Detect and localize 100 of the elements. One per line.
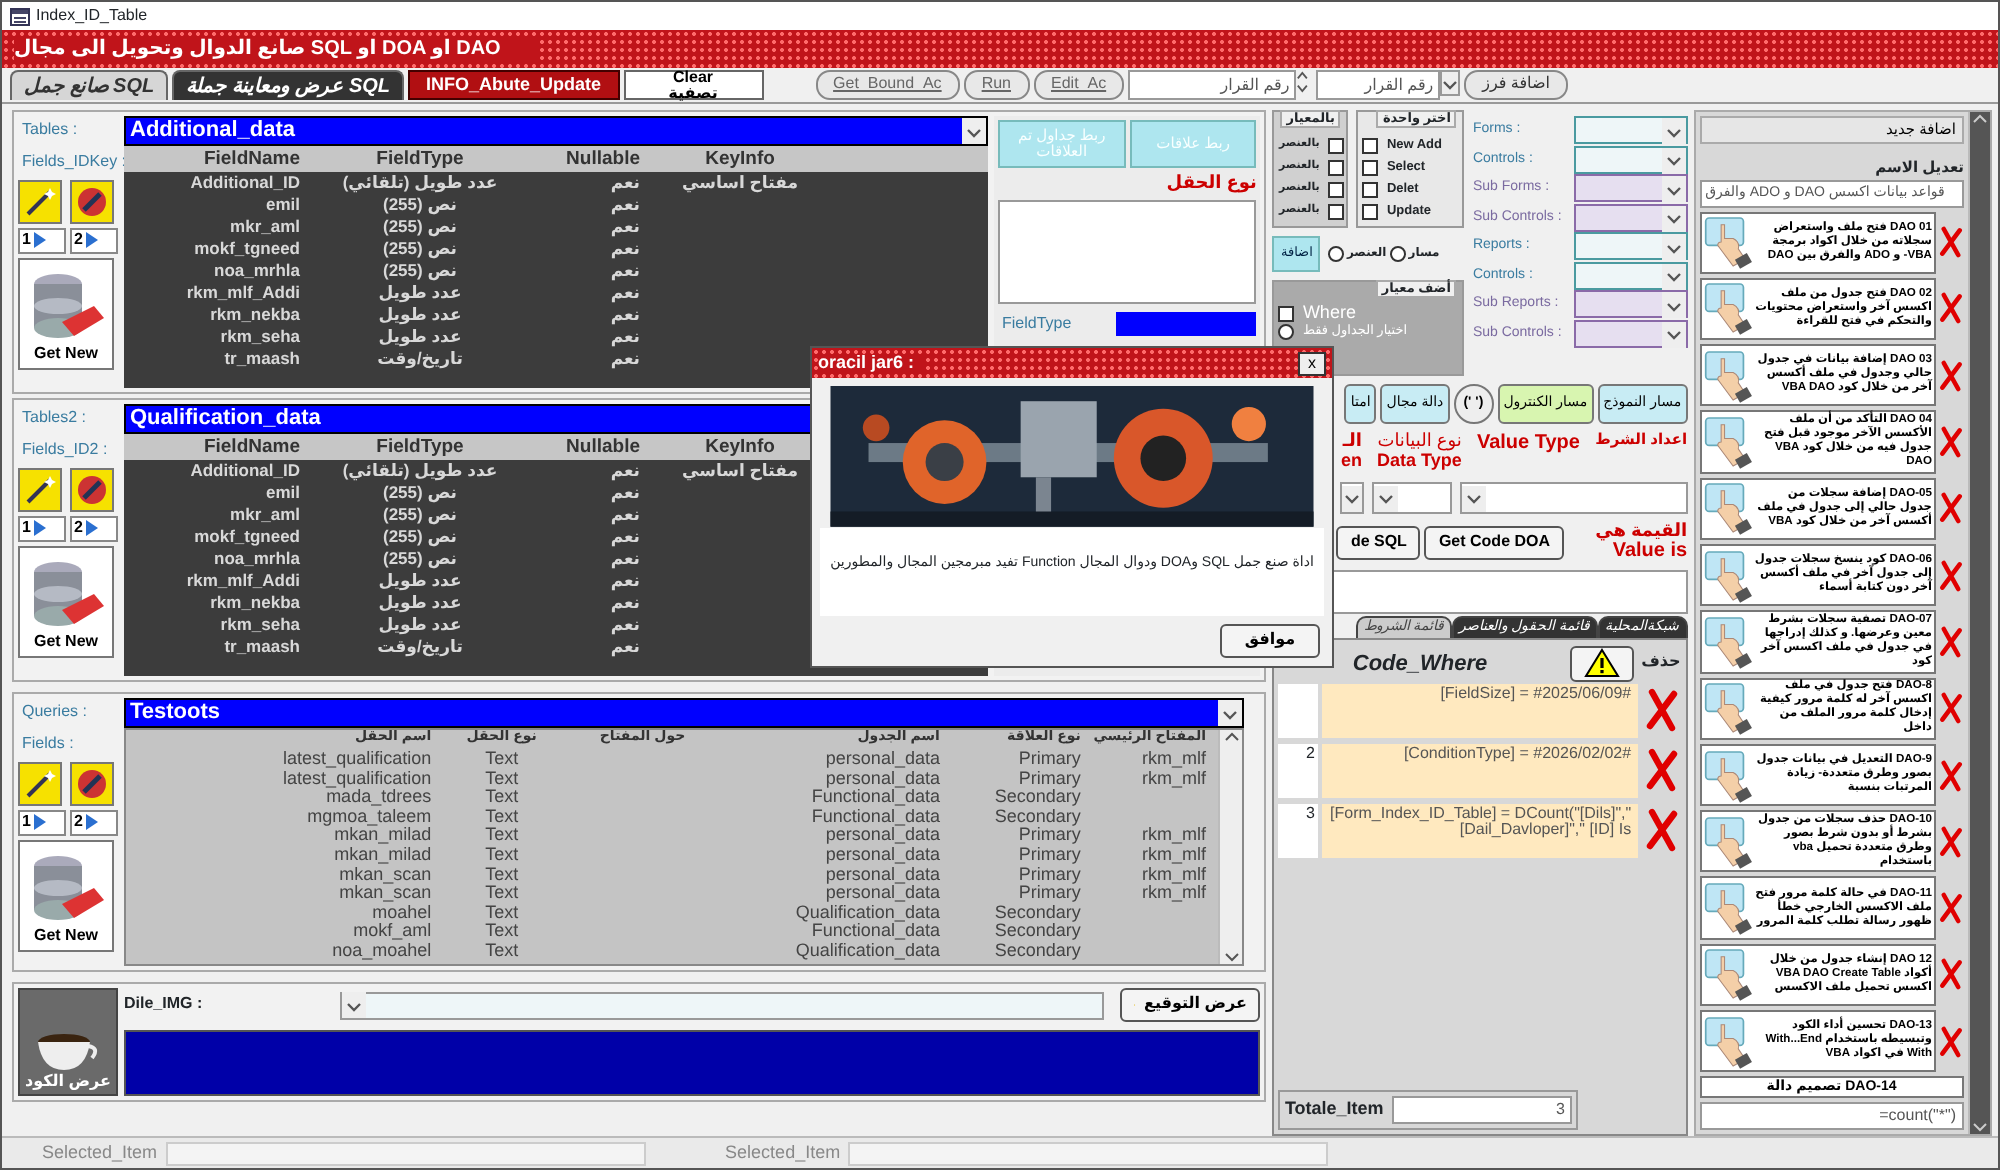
- table-cell-text: rkm_mlf: [1140, 826, 1209, 846]
- table-cell-text: rkm_nekba: [208, 592, 300, 614]
- table-cell-text: Primary: [1016, 865, 1081, 885]
- table-cell-text: عدد طويل: [376, 304, 464, 326]
- field-label: en: [1340, 451, 1362, 472]
- window-title: Index_ID_Table: [36, 7, 148, 25]
- field-label: Data Type: [1377, 451, 1462, 472]
- table-cell-text: rkm_mlf: [1140, 884, 1209, 904]
- table-cell-text: نص (255): [380, 260, 459, 282]
- code-cell: [ConditionType] = #2026/02/02#: [1322, 743, 1638, 798]
- table-cell-text: نص (255): [380, 548, 459, 570]
- status-label: Selected_Item: [725, 1143, 841, 1163]
- table-cell-text: Text: [483, 769, 521, 789]
- column-header: Nullable: [564, 434, 640, 460]
- table-cell-text: نعم: [608, 592, 640, 614]
- column-header: Nullable: [564, 146, 640, 172]
- table-cell-text: rkm_mlf: [1140, 769, 1209, 789]
- table-cell-text: mkr_aml: [228, 216, 300, 238]
- total-field: 3: [1391, 1096, 1573, 1124]
- table-cell-text: نعم: [608, 570, 640, 592]
- table-cell-text: عدد طويل: [376, 570, 464, 592]
- table-cell-text: مفتاح اساسي: [680, 460, 800, 482]
- table-cell-text: Additional_ID: [188, 172, 300, 194]
- table-cell-text: نص (255): [380, 526, 459, 548]
- table-cell-text: emil: [263, 482, 300, 504]
- table-cell-text: Secondary: [992, 807, 1081, 827]
- table-cell-text: نعم: [608, 482, 640, 504]
- table-cell-text: mokf_aml: [351, 922, 432, 942]
- table-cell-text: Secondary: [992, 941, 1081, 962]
- field-label: Queries :: [22, 704, 87, 722]
- section-label: نوع الحقل: [1164, 174, 1257, 194]
- status-label: Selected_Item: [42, 1143, 158, 1163]
- column-header: FieldType: [374, 146, 466, 172]
- table-cell-text: نعم: [608, 614, 640, 636]
- table-cell-text: Secondary: [992, 903, 1081, 923]
- table-cell-text: rkm_mlf: [1140, 865, 1209, 885]
- table-cell-text: mkr_aml: [228, 504, 300, 526]
- field-label: Dile_IMG :: [124, 996, 205, 1014]
- table-cell-text: Secondary: [992, 788, 1081, 808]
- table-cell-text: moahel: [372, 903, 432, 923]
- column-header: FieldName: [201, 434, 300, 460]
- column-header: KeyInfo: [703, 146, 777, 172]
- table-cell-text: noa_mrhla: [212, 548, 300, 570]
- table-cell-text: personal_data: [823, 884, 940, 904]
- table-cell-text: noa_moahel: [330, 941, 432, 962]
- table-cell-text: mkan_milad: [332, 845, 432, 866]
- table-cell-text: نعم: [608, 548, 640, 570]
- table-cell-text: نعم: [608, 504, 640, 526]
- table-cell-text: Text: [483, 845, 521, 866]
- table-cell-text: personal_data: [823, 845, 940, 866]
- table-cell-text: نعم: [608, 526, 640, 548]
- table-cell-text: Text: [483, 807, 521, 827]
- field-label: Value Type: [1476, 432, 1580, 454]
- table-cell-text: عدد طويل: [376, 282, 464, 304]
- table-cell-text: نص (255): [380, 216, 459, 238]
- table-cell-text: عدد طويل (تلقائي): [340, 460, 500, 482]
- field-label: Value is: [1612, 540, 1688, 563]
- table-cell-text: Text: [483, 884, 521, 904]
- table-cell-text: Functional_data: [809, 788, 940, 808]
- table-cell-text: rkm_mlf_Addi: [184, 282, 300, 304]
- table-cell-text: مفتاح اساسي: [680, 172, 800, 194]
- field-label: القيمة هي: [1595, 521, 1688, 541]
- table-cell-text: نعم: [608, 194, 640, 216]
- table-cell-text: نص (255): [380, 194, 459, 216]
- field-label: نوع البيانات: [1377, 432, 1462, 452]
- table-cell-text: mokf_tgneed: [192, 526, 300, 548]
- field-label: Fields_IDKey :: [22, 153, 127, 172]
- table-cell-text: Text: [483, 922, 521, 942]
- table-cell-text: نعم: [608, 238, 640, 260]
- table-cell-text: عدد طويل (تلقائي): [340, 172, 500, 194]
- table-cell-text: mkan_scan: [337, 884, 432, 904]
- table-cell-text: Text: [483, 750, 521, 770]
- table-cell-text: rkm_mlf_Addi: [184, 570, 300, 592]
- table-cell-text: noa_mrhla: [212, 260, 300, 282]
- table-cell-text: mkan_scan: [339, 865, 432, 885]
- table-cell-text: عدد طويل: [376, 326, 464, 348]
- field-label: Tables :: [22, 122, 78, 140]
- table-cell-text: نعم: [608, 636, 640, 658]
- field-label: الـ: [1340, 432, 1362, 452]
- table-cell-text: نص (255): [380, 482, 459, 504]
- table-cell-text: Text: [483, 826, 521, 846]
- table-cell-text: تاريخ/وقت: [375, 636, 465, 658]
- table-cell-text: Qualification_data: [793, 903, 940, 923]
- table-cell-text: نعم: [608, 282, 640, 304]
- column-header: FieldName: [201, 146, 300, 172]
- table-cell-text: tr_maash: [222, 348, 300, 370]
- table-cell-text: personal_data: [823, 769, 940, 789]
- table-cell-text: mkan_milad: [334, 826, 432, 846]
- table-cell-text: Additional_ID: [188, 460, 300, 482]
- table-cell-text: Primary: [1016, 845, 1081, 866]
- table-cell-text: tr_maash: [222, 636, 300, 658]
- table-cell-text: Functional_data: [809, 807, 940, 827]
- table-cell-text: عدد طويل: [376, 592, 464, 614]
- table-cell-text: Primary: [1016, 769, 1081, 789]
- code-cell: [Form_Index_ID_Table] = DCount("[Dils]","[Dail_Davloper]"," [ID] Is: [1322, 803, 1638, 858]
- table-cell-text: personal_data: [823, 865, 940, 885]
- table-cell-text: Functional_data: [811, 922, 940, 942]
- table-cell-text: نعم: [608, 260, 640, 282]
- table-cell-text: نعم: [608, 304, 640, 326]
- table-cell-text: Secondary: [992, 922, 1081, 942]
